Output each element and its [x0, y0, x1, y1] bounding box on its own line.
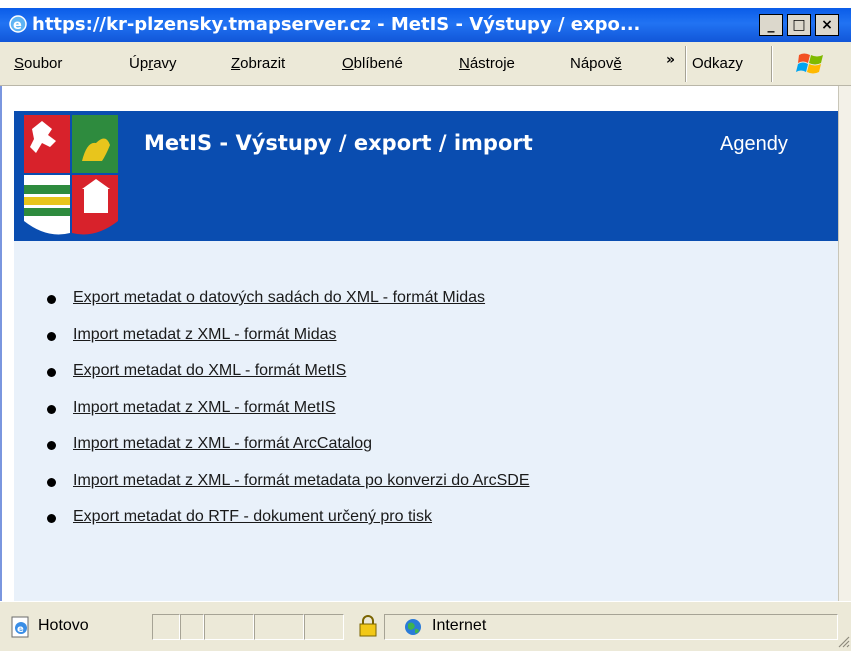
vertical-scrollbar[interactable]	[838, 86, 851, 601]
bullet-icon	[47, 368, 56, 377]
title-bar[interactable]: e https://kr-plzensky.tmapserver.cz - Me…	[0, 8, 851, 42]
ie-logo-icon: e	[9, 15, 27, 33]
bullet-icon	[47, 295, 56, 304]
menu-label-post: ástroje	[469, 55, 515, 72]
status-pane	[254, 614, 304, 640]
menu-upravy[interactable]: Úpravy	[129, 55, 177, 72]
status-text: Hotovo	[38, 617, 89, 634]
menu-label-post: oubor	[24, 55, 63, 72]
window-title: https://kr-plzensky.tmapserver.cz - MetI…	[32, 14, 641, 35]
list-item: Export metadat do RTF - dokument určený …	[44, 506, 529, 543]
menu-accel: O	[342, 55, 354, 72]
menu-accel: Z	[231, 55, 241, 72]
menu-zobrazit[interactable]: Zobrazit	[231, 55, 285, 72]
menu-accel: S	[14, 55, 25, 72]
page-done-icon: e	[11, 616, 29, 638]
globe-icon	[405, 619, 421, 635]
link-import-arccatalog[interactable]: Import metadat z XML - formát ArcCatalog	[73, 435, 372, 452]
menu-oblibene[interactable]: Oblíbené	[342, 55, 403, 72]
resize-grip-icon[interactable]	[836, 634, 850, 648]
close-icon: ×	[821, 17, 833, 33]
export-import-list: Export metadat o datových sadách do XML …	[44, 287, 529, 543]
list-item: Import metadat z XML - formát Midas	[44, 324, 529, 361]
page-viewport: MetIS - Výstupy / export / import Agendy…	[0, 86, 838, 601]
menu-label-post: blíbené	[353, 55, 403, 72]
menu-separator	[685, 46, 687, 82]
menu-label-post: obrazit	[240, 55, 286, 72]
page-title: MetIS - Výstupy / export / import	[144, 131, 533, 155]
link-export-midas-datasets[interactable]: Export metadat o datových sadách do XML …	[73, 289, 485, 306]
status-pane	[180, 614, 204, 640]
list-item: Import metadat z XML - formát MetIS	[44, 397, 529, 434]
list-item: Export metadat do XML - formát MetIS	[44, 360, 529, 397]
menu-bar: Soubor Úpravy Zobrazit Oblíbené Nástroje…	[0, 42, 851, 86]
menu-label-pre: Úp	[129, 55, 149, 72]
agendy-link[interactable]: Agendy	[720, 133, 788, 156]
page-header: MetIS - Výstupy / export / import Agendy	[14, 111, 838, 241]
list-item: Export metadat o datových sadách do XML …	[44, 287, 529, 324]
list-item: Import metadat z XML - formát ArcCatalog	[44, 433, 529, 470]
menu-label-post: avy	[153, 55, 177, 72]
security-zone-text: Internet	[432, 617, 487, 634]
menu-accel: N	[459, 55, 470, 72]
link-export-rtf[interactable]: Export metadat do RTF - dokument určený …	[73, 508, 432, 525]
svg-text:e: e	[13, 18, 22, 33]
minimize-icon: _	[767, 17, 775, 33]
chevron-overflow-icon[interactable]: »	[666, 52, 675, 68]
links-toolbar-label[interactable]: Odkazy	[692, 55, 743, 72]
status-pane	[304, 614, 344, 640]
bullet-icon	[47, 514, 56, 523]
svg-text:e: e	[17, 624, 24, 635]
bullet-icon	[47, 441, 56, 450]
status-pane	[152, 614, 180, 640]
menu-accel: ě	[613, 55, 622, 72]
content-area: Export metadat o datových sadách do XML …	[14, 241, 838, 601]
region-coat-of-arms-icon	[22, 111, 120, 241]
close-button[interactable]: ×	[815, 14, 839, 36]
bullet-icon	[47, 477, 56, 487]
menu-napoveda[interactable]: Nápově	[570, 55, 664, 72]
link-export-metis[interactable]: Export metadat do XML - formát MetIS	[73, 362, 346, 379]
link-import-midas[interactable]: Import metadat z XML - formát Midas	[73, 326, 336, 343]
list-item: Import metadat z XML - formát metadata p…	[44, 470, 529, 507]
status-pane	[204, 614, 254, 640]
menu-label-pre: Nápov	[570, 55, 614, 72]
lock-icon[interactable]	[358, 614, 378, 638]
minimize-button[interactable]: _	[759, 14, 783, 36]
windows-flag-icon	[796, 53, 823, 74]
maximize-icon: □	[792, 17, 806, 33]
link-import-metis[interactable]: Import metadat z XML - formát MetIS	[73, 399, 336, 416]
menu-separator	[771, 46, 773, 82]
menu-nastroje[interactable]: Nástroje	[459, 55, 515, 72]
menu-soubor[interactable]: Soubor	[14, 55, 62, 72]
link-import-arcsde[interactable]: Import metadat z XML - formát metadata p…	[73, 472, 529, 489]
maximize-button[interactable]: □	[787, 14, 811, 36]
status-bar: e Hotovo Internet	[0, 601, 851, 651]
browser-window: e https://kr-plzensky.tmapserver.cz - Me…	[0, 0, 851, 651]
bullet-icon	[47, 331, 56, 341]
bullet-icon	[47, 404, 56, 414]
